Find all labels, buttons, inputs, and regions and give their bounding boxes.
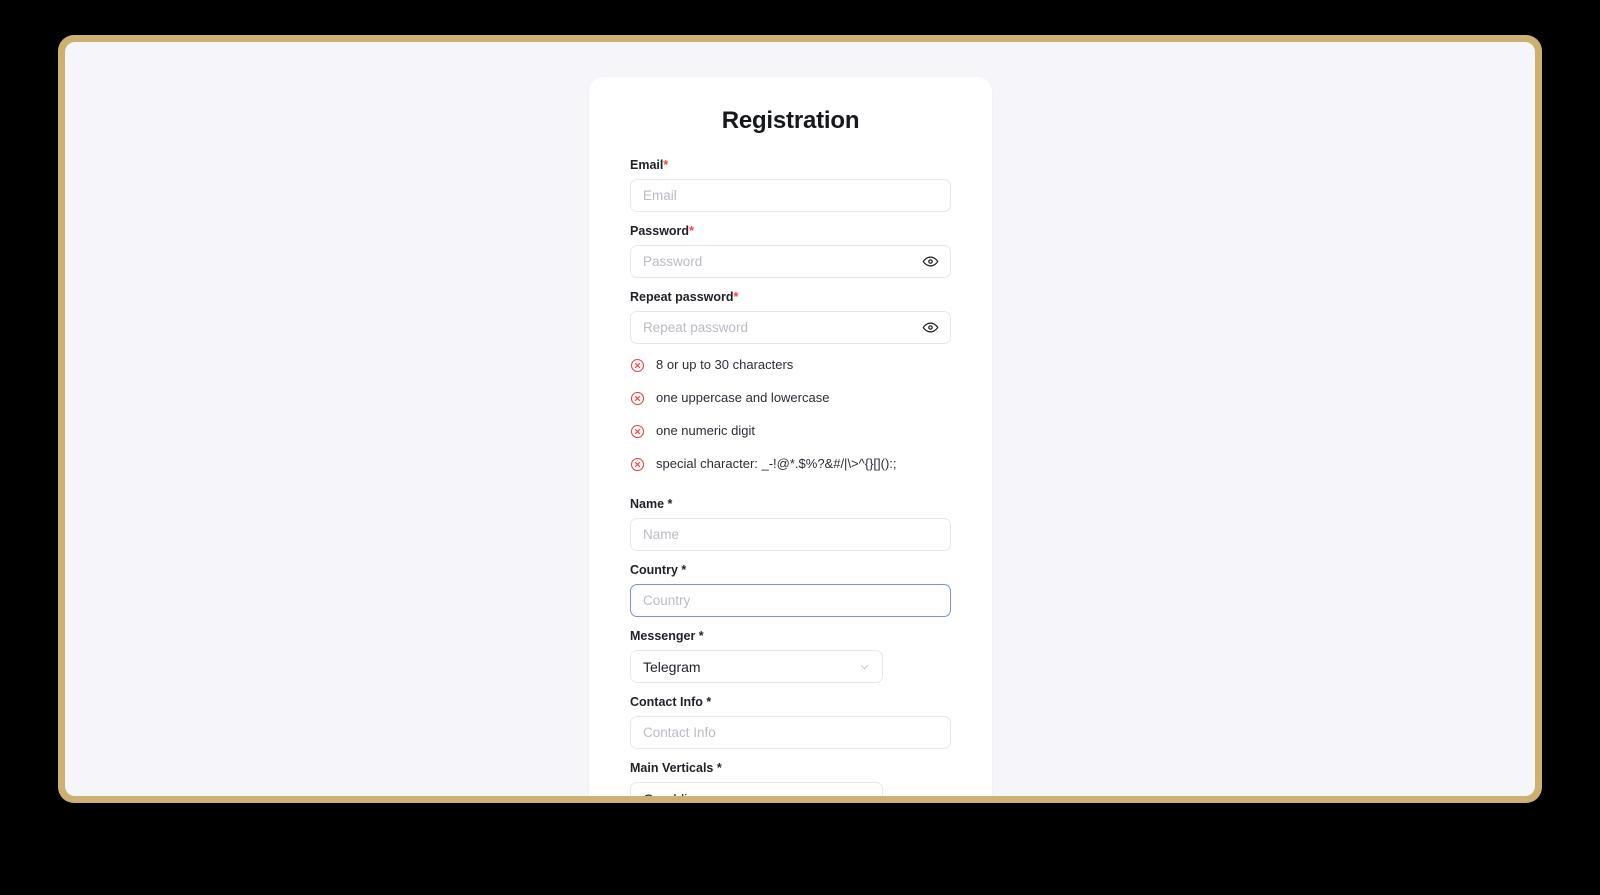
field-password: Password*: [630, 223, 951, 278]
password-requirements-list: 8 or up to 30 characters one uppercase a…: [630, 357, 951, 472]
password-rule-item: special character: _-!@*.$%?&#/|\>^{}[](…: [630, 456, 951, 472]
label-password-text: Password: [630, 224, 690, 238]
password-rule-text: one uppercase and lowercase: [656, 390, 830, 405]
input-wrap-contact-info: [630, 716, 951, 749]
input-wrap-password: [630, 245, 951, 278]
select-wrap-messenger: Telegram: [630, 650, 883, 683]
password-rule-text: 8 or up to 30 characters: [656, 357, 794, 372]
required-asterisk: *: [733, 290, 739, 304]
country-input[interactable]: [630, 584, 951, 617]
password-rule-item: one uppercase and lowercase: [630, 390, 951, 406]
field-contact-info: Contact Info *: [630, 694, 951, 749]
contact-info-input[interactable]: [630, 716, 951, 749]
password-input[interactable]: [630, 245, 951, 278]
password-rule-item: one numeric digit: [630, 423, 951, 439]
toggle-password-visibility-button[interactable]: [920, 252, 940, 272]
page-title: Registration: [721, 107, 860, 134]
required-asterisk: *: [663, 158, 669, 172]
label-main-verticals: Main Verticals *: [630, 761, 722, 775]
password-rule-text: special character: _-!@*.$%?&#/|\>^{}[](…: [656, 456, 897, 471]
eye-icon: [922, 322, 938, 333]
field-name: Name *: [630, 496, 951, 551]
field-messenger: Messenger * Telegram: [630, 628, 951, 683]
label-repeat-password-text: Repeat password: [630, 290, 734, 304]
circle-x-icon: [630, 391, 645, 406]
label-name: Name *: [630, 497, 673, 511]
device-frame: Registration Email* Password*: [58, 35, 1542, 803]
registration-card: Registration Email* Password*: [589, 77, 992, 796]
password-rule-item: 8 or up to 30 characters: [630, 357, 951, 373]
toggle-repeat-password-visibility-button[interactable]: [920, 318, 940, 338]
browser-viewport: Registration Email* Password*: [65, 42, 1535, 796]
field-main-verticals: Main Verticals * Gambling: [630, 760, 951, 796]
messenger-selected-value: Telegram: [643, 658, 701, 675]
label-contact-info: Contact Info *: [630, 695, 712, 709]
scroll-viewport[interactable]: Registration Email* Password*: [65, 42, 1535, 796]
select-wrap-main-verticals: Gambling: [630, 782, 883, 796]
input-wrap-country: [630, 584, 951, 617]
circle-x-icon: [630, 358, 645, 373]
label-messenger: Messenger *: [630, 629, 704, 643]
messenger-select[interactable]: Telegram: [630, 650, 883, 683]
name-input[interactable]: [630, 518, 951, 551]
password-rule-text: one numeric digit: [656, 423, 755, 438]
main-verticals-selected-value: Gambling: [643, 791, 703, 797]
field-email: Email*: [630, 157, 951, 212]
main-verticals-select[interactable]: Gambling: [630, 782, 883, 796]
required-asterisk: *: [689, 224, 694, 238]
eye-icon: [922, 256, 938, 267]
input-wrap-email: [630, 179, 951, 212]
label-country: Country *: [630, 563, 687, 577]
label-email-text: Email: [630, 158, 664, 172]
input-wrap-repeat-password: [630, 311, 951, 344]
field-country: Country *: [630, 562, 951, 617]
circle-x-icon: [630, 457, 645, 472]
label-password: Password*: [630, 223, 951, 239]
label-email: Email*: [630, 157, 951, 173]
email-input[interactable]: [630, 179, 951, 212]
repeat-password-input[interactable]: [630, 311, 951, 344]
circle-x-icon: [630, 424, 645, 439]
input-wrap-name: [630, 518, 951, 551]
field-repeat-password: Repeat password*: [630, 289, 951, 344]
label-repeat-password: Repeat password*: [630, 289, 951, 305]
